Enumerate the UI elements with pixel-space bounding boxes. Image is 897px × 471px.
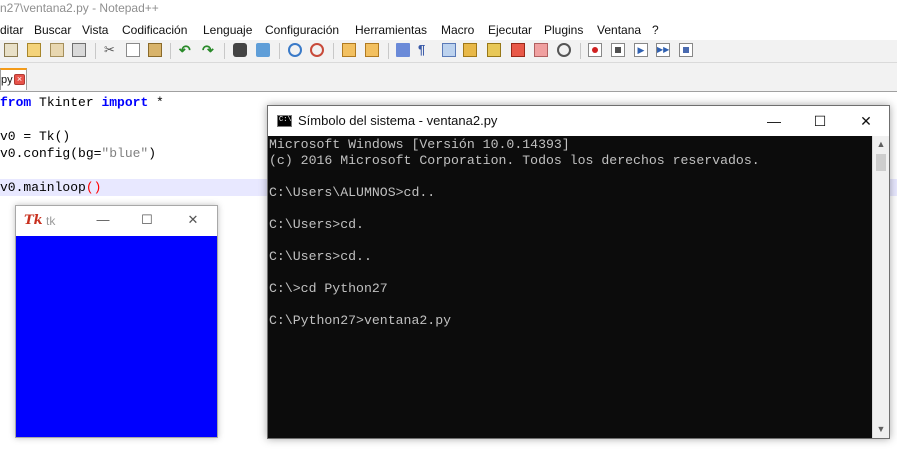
code-text: * xyxy=(148,95,164,110)
console-output[interactable]: Microsoft Windows [Versión 10.0.14393] (… xyxy=(268,136,872,438)
tk-title-text: tk xyxy=(46,214,56,228)
console-minimize-button[interactable]: — xyxy=(751,106,797,136)
code-keyword: from xyxy=(0,95,32,110)
code-text: ) xyxy=(148,146,157,161)
toolbar-separator xyxy=(224,43,225,59)
code-text: v0.config(bg= xyxy=(0,146,102,161)
notepad-title-text: n27\ventana2.py - Notepad++ xyxy=(0,1,159,15)
menu-macro[interactable]: Macro xyxy=(441,20,474,40)
console-line: Microsoft Windows [Versión 10.0.14393] xyxy=(269,137,570,152)
toolbar-separator xyxy=(388,43,389,59)
console-title-bar[interactable]: C:\ Símbolo del sistema - ventana2.py — … xyxy=(268,106,889,136)
notepad-toolbar: ✂ ↶ ↷ ¶ ▶ ▶▶ xyxy=(0,40,897,63)
monitoring-icon[interactable] xyxy=(557,43,571,57)
tk-minimize-button[interactable]: — xyxy=(93,211,113,229)
redo-icon[interactable]: ↷ xyxy=(202,43,216,57)
stop-record-icon[interactable] xyxy=(611,43,625,57)
tk-maximize-button[interactable]: ☐ xyxy=(137,211,157,229)
tk-window[interactable]: Tk tk — ☐ ✕ xyxy=(15,205,218,438)
notepad-menu-bar: ditar Buscar Vista Codificación Lenguaje… xyxy=(0,20,897,40)
tab-close-icon[interactable]: × xyxy=(14,74,25,85)
toolbar-separator xyxy=(279,43,280,59)
record-macro-icon[interactable] xyxy=(588,43,602,57)
play-macro-icon[interactable]: ▶ xyxy=(634,43,648,57)
tk-blue-canvas xyxy=(16,236,217,437)
tab-label: py xyxy=(1,74,13,86)
console-app-icon: C:\ xyxy=(277,115,292,127)
indent-guide-icon[interactable] xyxy=(442,43,456,57)
function-list-icon[interactable] xyxy=(511,43,525,57)
menu-editar[interactable]: ditar xyxy=(0,20,23,40)
console-maximize-button[interactable]: ☐ xyxy=(797,106,843,136)
notepad-tab-bar: py × xyxy=(0,63,897,92)
console-window[interactable]: C:\ Símbolo del sistema - ventana2.py — … xyxy=(267,105,890,439)
play-multiple-icon[interactable]: ▶▶ xyxy=(656,43,670,57)
code-line-1: from Tkinter import * xyxy=(0,94,164,111)
toolbar-separator xyxy=(333,43,334,59)
code-text: Tkinter xyxy=(31,95,102,110)
paste-icon[interactable] xyxy=(148,43,162,57)
console-line: C:\Python27>ventana2.py xyxy=(269,313,452,328)
menu-ejecutar[interactable]: Ejecutar xyxy=(488,20,532,40)
console-scrollbar[interactable]: ▲ ▼ xyxy=(872,136,889,438)
code-keyword: import xyxy=(101,95,149,110)
save-all-icon[interactable] xyxy=(50,43,64,57)
scroll-up-icon[interactable]: ▲ xyxy=(873,136,889,153)
console-line: (c) 2016 Microsoft Corporation. Todos lo… xyxy=(269,153,760,168)
menu-plugins[interactable]: Plugins xyxy=(544,20,583,40)
console-line: C:\>cd Python27 xyxy=(269,281,388,296)
menu-ventana[interactable]: Ventana xyxy=(597,20,641,40)
zoom-out-icon[interactable] xyxy=(310,43,324,57)
copy-icon[interactable] xyxy=(126,43,140,57)
all-chars-icon[interactable]: ¶ xyxy=(418,43,432,57)
toolbar-separator xyxy=(95,43,96,59)
toolbar-separator xyxy=(170,43,171,59)
menu-vista[interactable]: Vista xyxy=(82,20,108,40)
code-text: v0.mainloop xyxy=(0,180,86,195)
scroll-thumb[interactable] xyxy=(876,154,886,171)
console-line: C:\Users>cd.. xyxy=(269,249,372,264)
console-line: C:\Users\ALUMNOS>cd.. xyxy=(269,185,436,200)
cut-icon[interactable]: ✂ xyxy=(104,43,118,57)
tab-ventana2[interactable]: py × xyxy=(0,68,27,90)
tk-title-bar[interactable]: Tk tk — ☐ ✕ xyxy=(16,206,217,236)
code-text: v0 = Tk() xyxy=(0,129,71,144)
scroll-down-icon[interactable]: ▼ xyxy=(873,421,889,438)
tk-close-button[interactable]: ✕ xyxy=(183,211,203,229)
code-line-4: v0.config(bg="blue") xyxy=(0,145,156,162)
code-brace-highlight: () xyxy=(85,180,102,195)
menu-configuracion[interactable]: Configuración xyxy=(265,20,339,40)
menu-buscar[interactable]: Buscar xyxy=(34,20,71,40)
toolbar-separator xyxy=(580,43,581,59)
code-string: "blue" xyxy=(101,146,149,161)
folder-workspace-icon[interactable] xyxy=(534,43,548,57)
console-line: C:\Users>cd. xyxy=(269,217,364,232)
sync-h-icon[interactable] xyxy=(365,43,379,57)
menu-herramientas[interactable]: Herramientas xyxy=(355,20,427,40)
word-wrap-icon[interactable] xyxy=(396,43,410,57)
console-title-text: Símbolo del sistema - ventana2.py xyxy=(298,113,498,128)
sync-v-icon[interactable] xyxy=(342,43,356,57)
tk-logo-icon: Tk xyxy=(24,213,43,228)
undo-icon[interactable]: ↶ xyxy=(179,43,193,57)
udl-icon[interactable] xyxy=(463,43,477,57)
print-icon[interactable] xyxy=(72,43,86,57)
find-icon[interactable] xyxy=(233,43,247,57)
code-line-3: v0 = Tk() xyxy=(0,128,70,145)
console-close-button[interactable]: ✕ xyxy=(843,106,889,136)
doc-map-icon[interactable] xyxy=(487,43,501,57)
zoom-in-icon[interactable] xyxy=(288,43,302,57)
save-macro-icon[interactable] xyxy=(679,43,693,57)
save-icon[interactable] xyxy=(27,43,41,57)
menu-codificacion[interactable]: Codificación xyxy=(122,20,187,40)
console-app-icon-text: C:\ xyxy=(279,116,292,124)
replace-icon[interactable] xyxy=(256,43,270,57)
menu-help[interactable]: ? xyxy=(652,20,659,40)
menu-lenguaje[interactable]: Lenguaje xyxy=(203,20,252,40)
new-file-icon[interactable] xyxy=(4,43,18,57)
notepad-title-bar: n27\ventana2.py - Notepad++ xyxy=(0,0,897,20)
